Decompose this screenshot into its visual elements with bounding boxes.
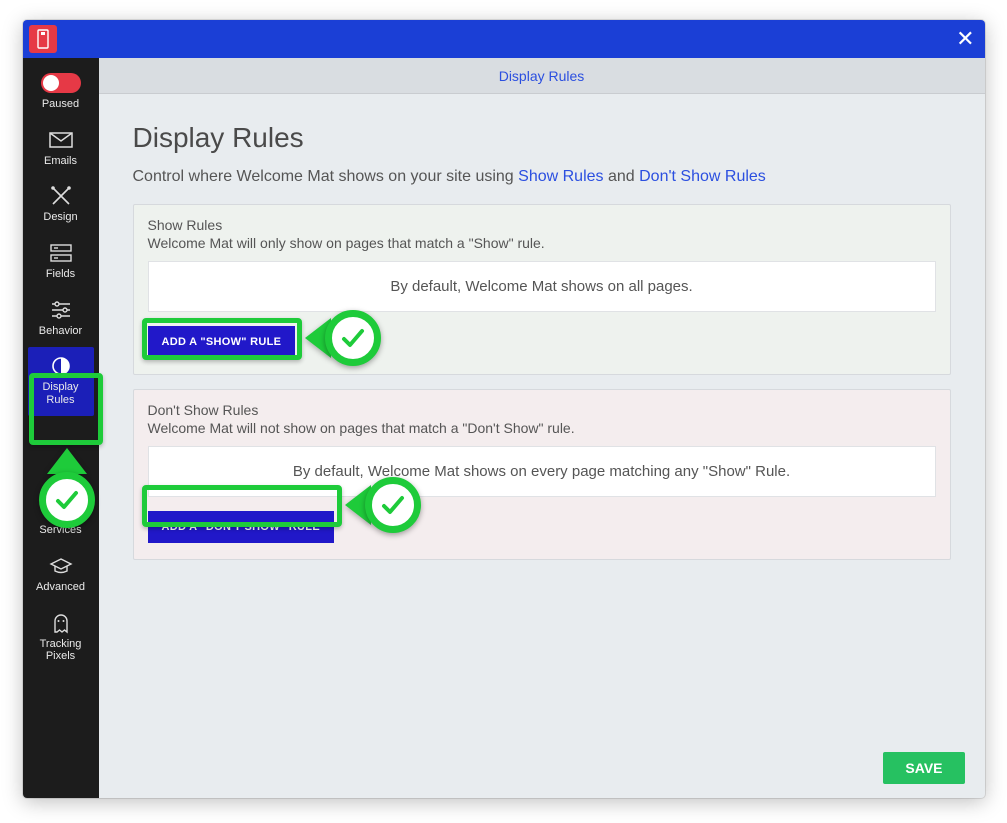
sliders-icon	[48, 299, 74, 321]
sidebar-item-label: Emails	[44, 155, 77, 168]
sidebar-item-fields[interactable]: Fields	[28, 234, 94, 291]
link-dont-show-rules[interactable]: Don't Show Rules	[639, 168, 766, 185]
close-icon[interactable]: ✕	[956, 28, 974, 50]
sidebar-item-label: Advanced	[36, 581, 85, 594]
sidebar-item-label: Behavior	[39, 325, 82, 338]
titlebar: ✕	[23, 20, 985, 58]
content: Display Rules Control where Welcome Mat …	[99, 94, 985, 798]
link-icon	[48, 498, 74, 520]
sidebar-item-behavior[interactable]: Behavior	[28, 291, 94, 348]
body: Paused Emails Design Fields	[23, 58, 985, 798]
add-show-rule-button[interactable]: ADD A "SHOW" RULE	[148, 326, 296, 358]
contrast-icon	[48, 355, 74, 377]
sidebar-item-advanced[interactable]: Advanced	[28, 547, 94, 604]
sidebar-item-display-rules[interactable]: Display Rules	[28, 347, 94, 416]
sidebar-item-design[interactable]: Design	[28, 177, 94, 234]
fields-icon	[48, 242, 74, 264]
status-label: Paused	[42, 98, 79, 111]
subtitle-and: and	[604, 168, 640, 185]
dont-show-rules-default-box: By default, Welcome Mat shows on every p…	[148, 446, 936, 497]
show-rules-panel: Show Rules Welcome Mat will only show on…	[133, 204, 951, 375]
app-window: ✕ Paused Emails Design	[23, 20, 985, 798]
app-logo	[29, 25, 57, 53]
sidebar: Paused Emails Design Fields	[23, 58, 99, 798]
dont-show-rules-panel: Don't Show Rules Welcome Mat will not sh…	[133, 389, 951, 560]
graduation-icon	[48, 555, 74, 577]
save-button[interactable]: SAVE	[883, 752, 964, 784]
sidebar-item-services[interactable]: Services	[28, 490, 94, 547]
link-show-rules[interactable]: Show Rules	[518, 168, 603, 185]
sidebar-item-tracking-pixels[interactable]: Tracking Pixels	[28, 604, 94, 673]
design-icon	[48, 185, 74, 207]
add-dont-show-rule-button[interactable]: ADD A "DON'T SHOW" RULE	[148, 511, 334, 543]
envelope-icon	[48, 129, 74, 151]
sidebar-item-label: Design	[43, 211, 77, 224]
status-toggle-group: Paused	[28, 66, 94, 121]
status-toggle[interactable]	[41, 73, 81, 93]
show-rules-default-box: By default, Welcome Mat shows on all pag…	[148, 261, 936, 312]
sidebar-item-label: Tracking Pixels	[40, 638, 82, 663]
tab-title: Display Rules	[499, 68, 585, 84]
dont-show-rules-title: Don't Show Rules	[148, 402, 936, 418]
page-title: Display Rules	[133, 122, 951, 154]
dont-show-rules-desc: Welcome Mat will not show on pages that …	[148, 420, 936, 436]
sidebar-item-label: Display Rules	[42, 381, 78, 406]
sidebar-item-label: Services	[39, 524, 81, 537]
ghost-icon	[48, 612, 74, 634]
show-rules-title: Show Rules	[148, 217, 936, 233]
subtitle-text: Control where Welcome Mat shows on your …	[133, 168, 519, 185]
sidebar-item-emails[interactable]: Emails	[28, 121, 94, 178]
main-area: Display Rules Display Rules Control wher…	[99, 58, 985, 798]
show-rules-desc: Welcome Mat will only show on pages that…	[148, 235, 936, 251]
tabbar: Display Rules	[99, 58, 985, 94]
sidebar-item-label: Fields	[46, 268, 75, 281]
page-subtitle: Control where Welcome Mat shows on your …	[133, 168, 951, 186]
